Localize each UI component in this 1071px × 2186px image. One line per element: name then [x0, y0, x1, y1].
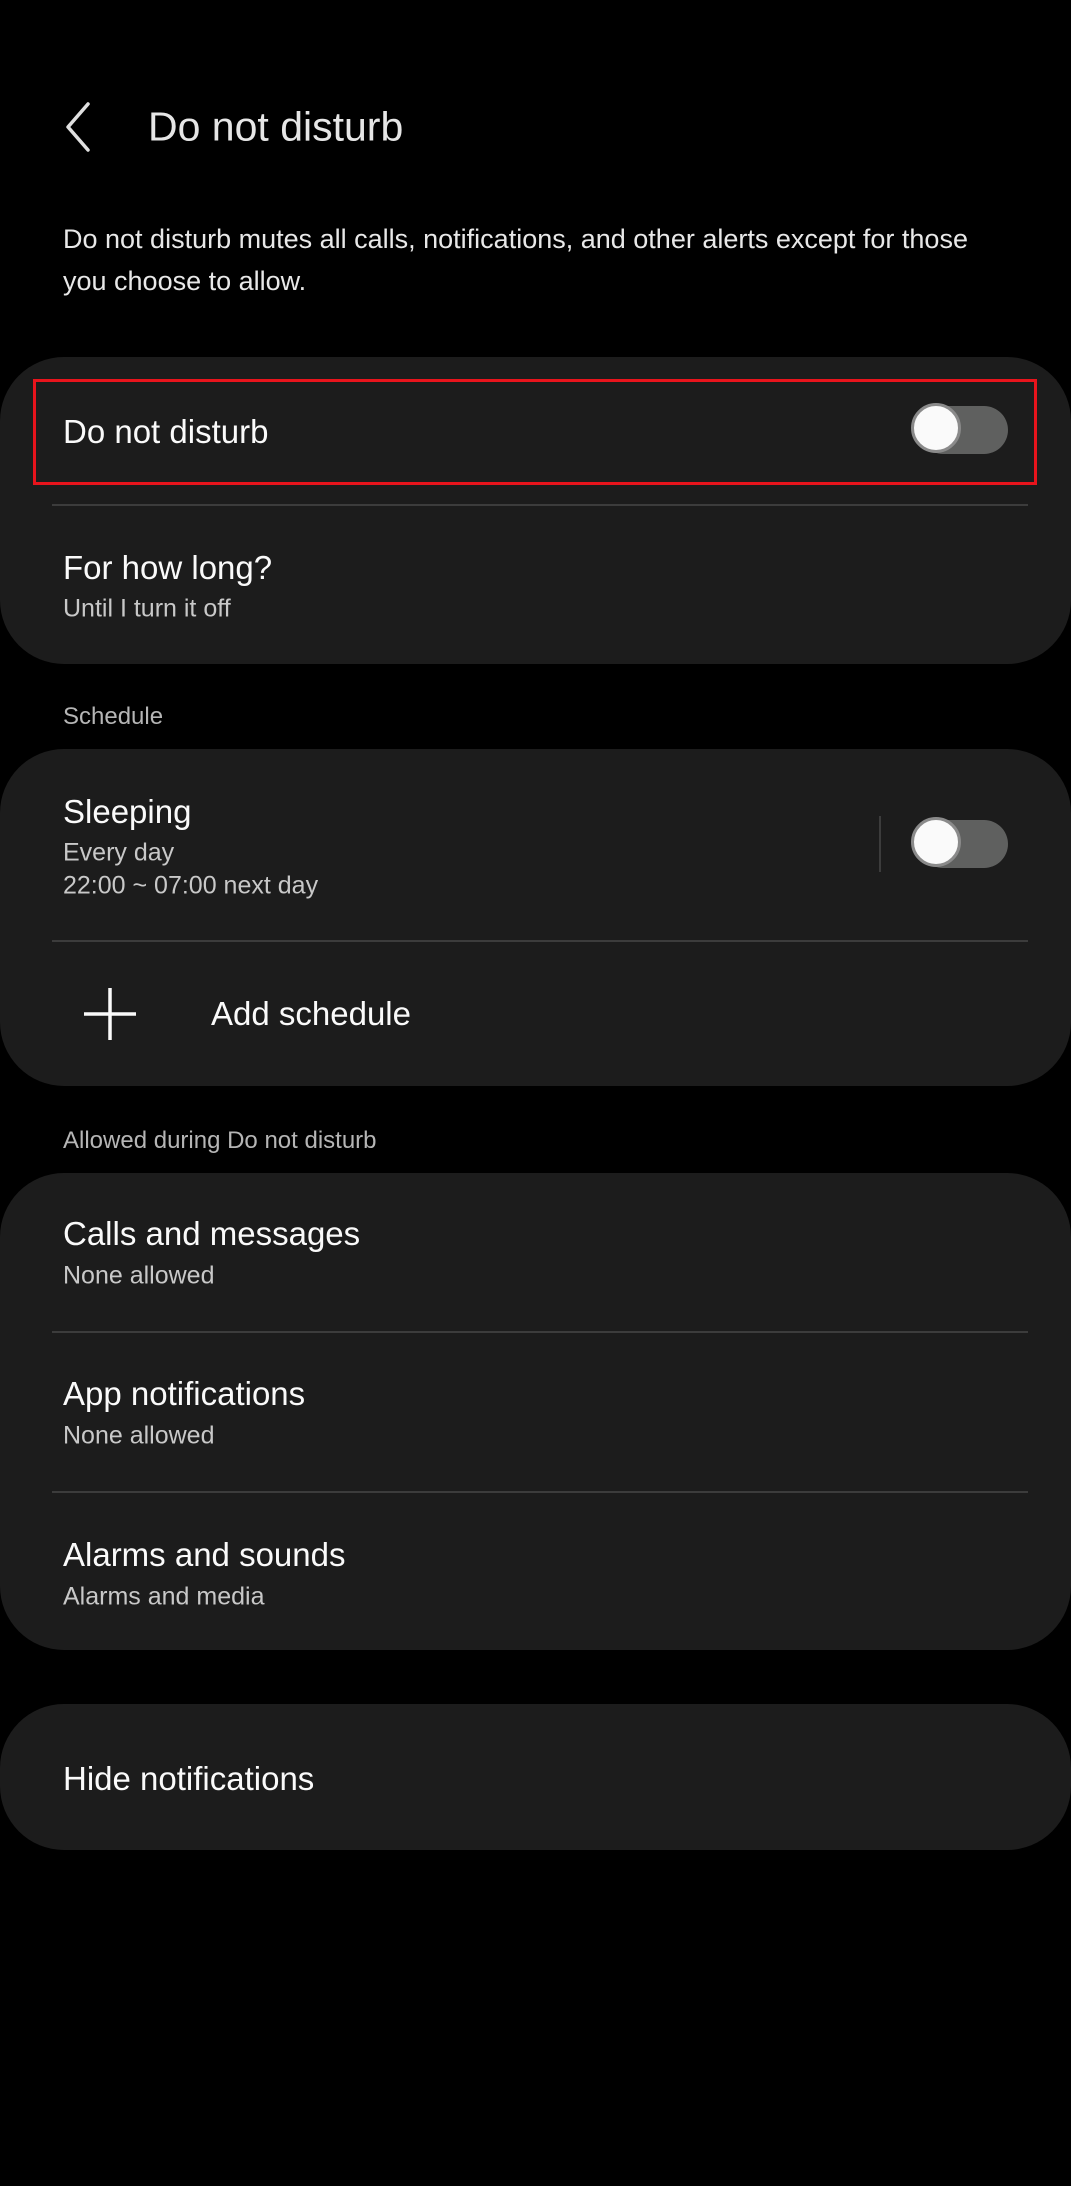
divider [52, 1491, 1028, 1493]
hide-notifications-title: Hide notifications [63, 1760, 315, 1797]
back-button[interactable] [58, 100, 108, 154]
duration-title: For how long? [63, 549, 273, 586]
divider [52, 940, 1028, 942]
schedule-header: Schedule [63, 703, 164, 730]
dnd-toggle-label: Do not disturb [63, 413, 269, 450]
calls-messages-title: Calls and messages [63, 1215, 361, 1252]
calls-messages-row[interactable] [0, 1180, 1071, 1330]
app-notifications-value: None allowed [63, 1421, 215, 1450]
add-schedule-button[interactable] [0, 944, 1071, 1079]
vertical-divider [879, 816, 881, 872]
page-description: Do not disturb mutes all calls, notifica… [63, 224, 968, 296]
alarms-sounds-title: Alarms and sounds [63, 1536, 346, 1573]
page-title: Do not disturb [148, 103, 404, 150]
sleeping-toggle-switch[interactable] [911, 817, 1008, 869]
alarms-sounds-value: Alarms and media [63, 1582, 265, 1611]
allowed-header: Allowed during Do not disturb [63, 1127, 377, 1154]
schedule-title: Sleeping [63, 793, 192, 830]
duration-value: Until I turn it off [63, 594, 231, 623]
dnd-toggle-switch[interactable] [911, 403, 1008, 455]
divider [52, 1331, 1028, 1333]
app-notifications-title: App notifications [63, 1375, 306, 1412]
plus-icon [84, 988, 136, 1040]
calls-messages-value: None allowed [63, 1261, 215, 1290]
schedule-time: 22:00 ~ 07:00 next day [63, 871, 319, 900]
chevron-left-icon [66, 102, 90, 152]
schedule-days: Every day [63, 838, 175, 867]
add-schedule-label: Add schedule [211, 995, 411, 1032]
